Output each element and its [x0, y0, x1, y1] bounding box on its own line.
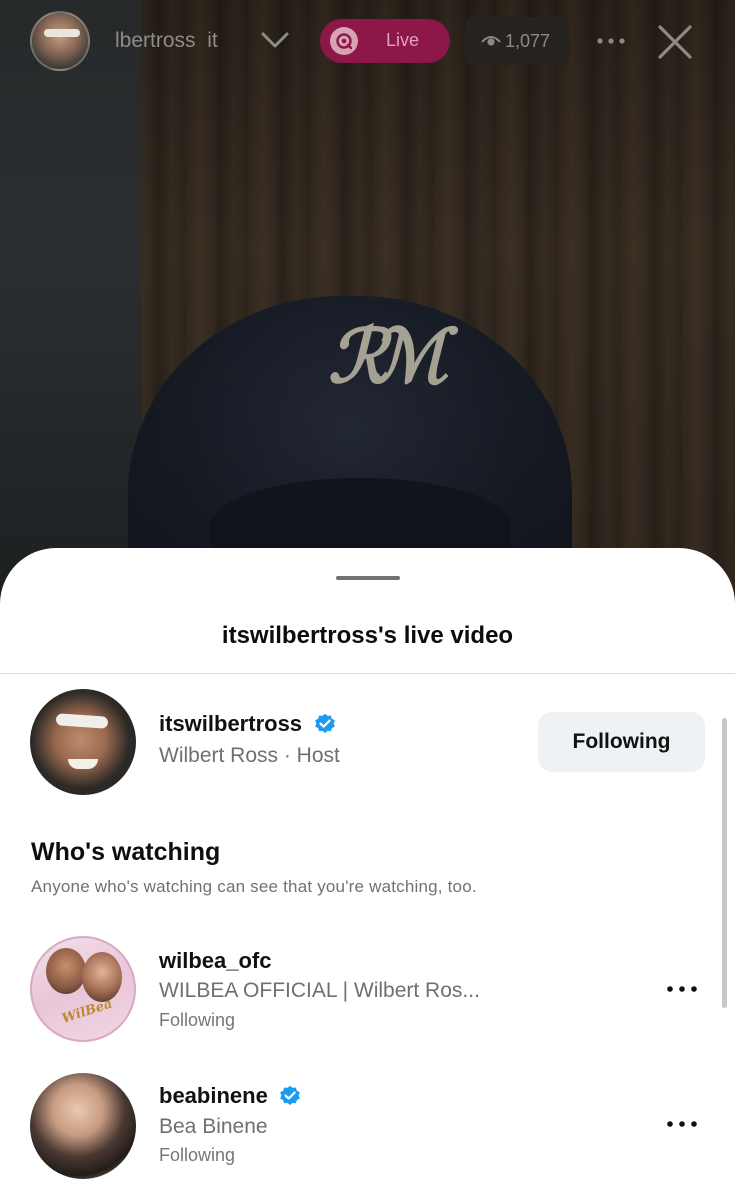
live-top-bar: lbertross it Live 1,077: [0, 0, 735, 86]
host-avatar[interactable]: [30, 689, 136, 795]
more-dots-icon[interactable]: [666, 1119, 698, 1129]
more-dots-icon[interactable]: [666, 984, 698, 994]
host-name-suffix: it: [207, 29, 218, 52]
viewer-status: Following: [159, 1145, 236, 1165]
watching-section-note: Anyone who's watching can see that you'r…: [31, 877, 477, 896]
close-icon[interactable]: [655, 22, 695, 62]
viewers-sheet: itswilbertross's live video itswilbertro…: [0, 548, 735, 1200]
chevron-down-icon[interactable]: [260, 30, 290, 50]
live-broadcast-icon: [330, 27, 358, 55]
avatar-person: [82, 952, 122, 1002]
verified-badge-icon: [315, 713, 335, 733]
more-dots-icon[interactable]: [593, 26, 629, 56]
viewer-count: 1,077: [505, 31, 551, 51]
viewer-avatar-beabinene[interactable]: [30, 1073, 136, 1179]
viewer-count-badge[interactable]: 1,077: [465, 17, 569, 65]
viewer-subtitle: Bea Binene: [159, 1115, 268, 1138]
video-shade: [0, 0, 735, 620]
sheet-title: itswilbertross's live video: [221, 622, 514, 649]
sheet-grabber[interactable]: [336, 576, 400, 580]
viewer-subtitle: WILBEA OFFICIAL | Wilbert Ros...: [159, 979, 480, 1002]
host-username[interactable]: itswilbertross: [159, 711, 302, 737]
avatar-headband: [55, 713, 109, 729]
verified-badge-icon: [280, 1085, 300, 1105]
watching-section-title: Who's watching: [31, 838, 221, 866]
scrollbar[interactable]: [722, 718, 727, 1008]
viewer-username[interactable]: wilbea_ofc: [159, 948, 271, 974]
live-badge[interactable]: Live: [320, 19, 450, 63]
host-name-label[interactable]: lbertross it: [115, 29, 218, 53]
avatar-logo-text: WilBea: [60, 996, 115, 1027]
live-label: Live: [386, 30, 420, 50]
host-name-text: lbertross: [115, 29, 196, 52]
following-button[interactable]: Following: [538, 712, 705, 772]
eye-icon: [481, 36, 501, 46]
live-video-feed[interactable]: ℛℳ: [0, 0, 735, 620]
viewer-avatar-wilbea[interactable]: WilBea: [30, 936, 136, 1042]
sheet-divider: [0, 673, 735, 674]
host-avatar-small[interactable]: [30, 11, 90, 71]
avatar-person: [46, 948, 86, 994]
viewer-status: Following: [159, 1010, 236, 1030]
avatar-headband: [44, 29, 80, 37]
avatar-smile: [68, 759, 98, 769]
viewer-username[interactable]: beabinene: [159, 1083, 268, 1109]
host-subtitle: Wilbert Ross · Host: [159, 744, 340, 767]
